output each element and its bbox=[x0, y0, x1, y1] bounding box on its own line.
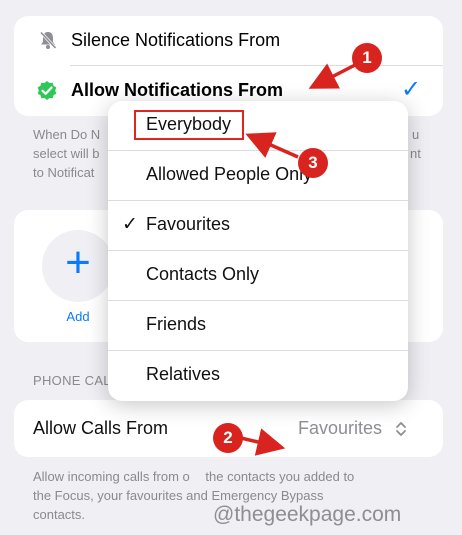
watermark-text: @thegeekpage.com bbox=[213, 503, 402, 526]
annotation-arrows bbox=[227, 62, 358, 456]
annotation-badge-2: 2 bbox=[213, 423, 243, 453]
annotation-badge-3: 3 bbox=[298, 148, 328, 178]
annotation-arrow-1 bbox=[308, 62, 358, 89]
annotation-arrow-3 bbox=[245, 132, 299, 159]
annotation-badge-1: 1 bbox=[352, 43, 382, 73]
